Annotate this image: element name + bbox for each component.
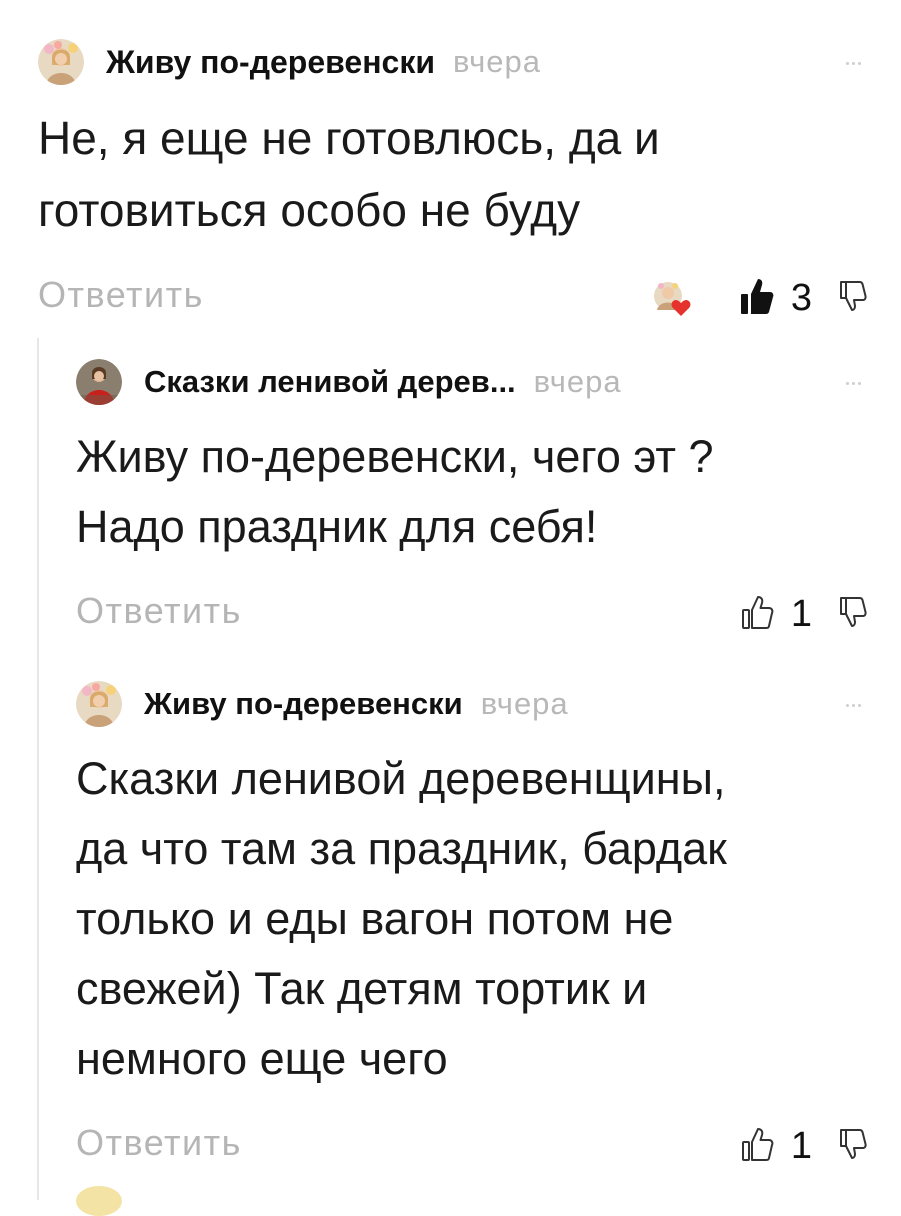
comment-header: Живу по-деревенски вчера xyxy=(76,672,868,736)
thread-line xyxy=(37,338,39,1200)
more-dots-icon[interactable] xyxy=(846,694,868,707)
reply-button[interactable]: Ответить xyxy=(38,274,204,316)
comment-actions: Ответить 3 xyxy=(38,268,868,328)
reactions: 1 xyxy=(741,1116,868,1176)
reactions: 3 xyxy=(651,268,868,328)
comment-text-line: только и еды вагон потом не xyxy=(76,893,674,944)
comment-header: Живу по-деревенски вчера xyxy=(38,30,868,94)
reactions: 1 xyxy=(741,584,868,644)
more-dots-icon[interactable] xyxy=(846,372,868,385)
comment-text-line: свежей) Так детям тортик и xyxy=(76,963,648,1014)
avatar[interactable] xyxy=(76,1186,122,1216)
comment-author[interactable]: Живу по-деревенски xyxy=(106,44,435,81)
comment-text-line: Сказки ленивой деревенщины, xyxy=(76,753,726,804)
comment-time: вчера xyxy=(480,686,569,721)
comment-header: Сказки ленивой дерев... вчера xyxy=(76,350,868,414)
comment-text: Не, я еще не готовлюсь, да и готовиться … xyxy=(38,102,868,246)
thumbs-down-icon[interactable] xyxy=(838,1127,868,1166)
comment-text-line: готовиться особо не буду xyxy=(38,184,581,236)
comment: Живу по-деревенски вчера Не, я еще не го… xyxy=(38,30,868,328)
like-count: 3 xyxy=(790,276,812,319)
comment-text-line: немного еще чего xyxy=(76,1033,448,1084)
thumbs-up-icon[interactable] xyxy=(741,1125,775,1168)
more-dots-icon[interactable] xyxy=(846,52,868,65)
reply-button[interactable]: Ответить xyxy=(76,1122,242,1164)
thumbs-up-icon[interactable] xyxy=(741,593,775,636)
thumbs-up-icon[interactable] xyxy=(739,276,775,321)
thumbs-down-icon[interactable] xyxy=(838,595,868,634)
avatar[interactable] xyxy=(76,359,122,405)
avatar[interactable] xyxy=(76,681,122,727)
comment-text-line: Надо праздник для себя! xyxy=(76,501,598,552)
comment-actions: Ответить 1 xyxy=(76,584,868,644)
thumbs-down-icon[interactable] xyxy=(838,279,868,318)
avatar[interactable] xyxy=(38,39,84,85)
comment-time: вчера xyxy=(533,364,622,399)
comment-text-line: Живу по-деревенски, чего эт ? xyxy=(76,431,714,482)
like-count: 1 xyxy=(790,592,812,635)
comment-text-line: да что там за праздник, бардак xyxy=(76,823,727,874)
comment: Живу по-деревенски вчера Сказки ленивой … xyxy=(76,672,868,1176)
reply-button[interactable]: Ответить xyxy=(76,590,242,632)
comment-author[interactable]: Живу по-деревенски xyxy=(144,686,463,722)
author-heart-avatar-icon xyxy=(651,278,693,318)
like-count: 1 xyxy=(790,1124,812,1167)
comment-time: вчера xyxy=(453,44,541,79)
comment-text-line: Не, я еще не готовлюсь, да и xyxy=(38,112,660,164)
comment: Сказки ленивой дерев... вчера Живу по-де… xyxy=(76,350,868,644)
comment-actions: Ответить 1 xyxy=(76,1116,868,1176)
comment-author[interactable]: Сказки ленивой дерев... xyxy=(144,364,516,400)
comment-text: Сказки ленивой деревенщины, да что там з… xyxy=(76,744,868,1094)
comment-text: Живу по-деревенски, чего эт ? Надо празд… xyxy=(76,422,868,562)
